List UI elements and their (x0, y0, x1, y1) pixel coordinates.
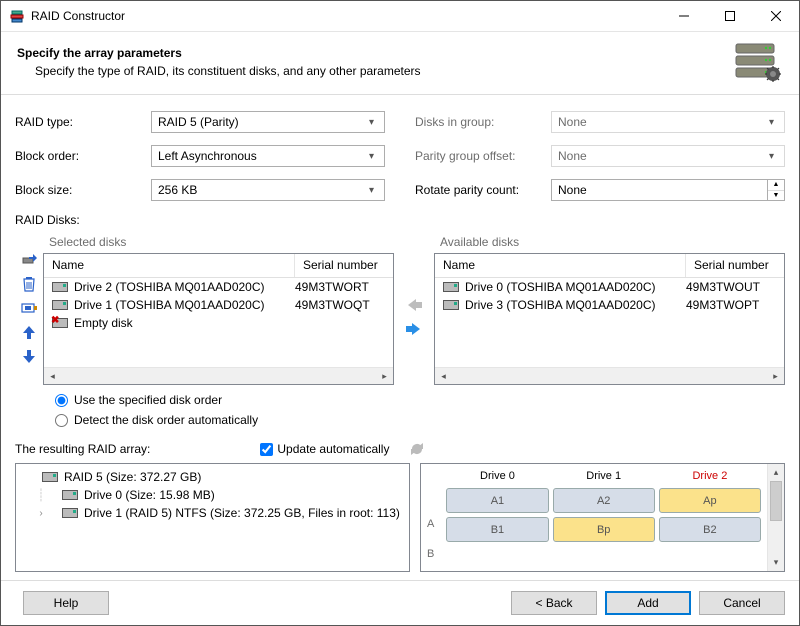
h-scrollbar[interactable]: ◂▸ (44, 367, 393, 384)
grid-col-header: Drive 1 (553, 468, 655, 484)
page-subtitle: Specify the type of RAID, its constituen… (35, 64, 421, 78)
block-order-label: Block order: (15, 149, 151, 163)
drive-icon (62, 489, 78, 501)
app-icon (9, 8, 25, 24)
selected-disks-list[interactable]: Name Serial number Drive 2 (TOSHIBA MQ01… (43, 253, 394, 385)
chevron-down-icon: ▾ (363, 117, 380, 128)
grid-col-header: Drive 2 (659, 468, 761, 484)
available-disks-title: Available disks (440, 235, 785, 249)
maximize-button[interactable] (707, 1, 753, 31)
v-scrollbar[interactable]: ▴▾ (767, 464, 784, 571)
add-disk-button[interactable] (20, 251, 38, 269)
block-size-combo[interactable]: 256 KB ▾ (151, 179, 385, 201)
chevron-down-icon: ▾ (363, 151, 380, 162)
disks-in-group-combo: None ▾ (551, 111, 785, 133)
grid-row-label: B (427, 539, 442, 569)
selected-disks-title: Selected disks (49, 235, 394, 249)
grid-cell: B2 (659, 517, 761, 542)
move-right-button[interactable] (404, 321, 424, 337)
block-order-combo[interactable]: Left Asynchronous ▾ (151, 145, 385, 167)
footer: Help < Back Add Cancel (1, 580, 799, 625)
move-up-button[interactable] (20, 323, 38, 341)
tree-item: Drive 1 (RAID 5) NTFS (Size: 372.25 GB, … (84, 506, 400, 520)
grid-col-header: Drive 0 (446, 468, 548, 484)
window-title: RAID Constructor (31, 9, 661, 23)
col-serial[interactable]: Serial number (295, 254, 393, 277)
add-button[interactable]: Add (605, 591, 691, 615)
rotate-parity-spin[interactable]: None ▲ ▼ (551, 179, 785, 201)
add-empty-disk-button[interactable] (20, 299, 38, 317)
cancel-button[interactable]: Cancel (699, 591, 785, 615)
list-item[interactable]: Drive 1 (TOSHIBA MQ01AAD020C)49M3TWOQT (44, 296, 393, 314)
raid-disks-label: RAID Disks: (15, 213, 785, 227)
disk-name: Drive 0 (TOSHIBA MQ01AAD020C) (465, 280, 686, 294)
grid-cell: B1 (446, 517, 548, 542)
result-tree[interactable]: RAID 5 (Size: 372.27 GB) ┊ Drive 0 (Size… (15, 463, 410, 572)
disk-serial: 49M3TWOPT (686, 298, 776, 312)
tree-item: Drive 0 (Size: 15.98 MB) (84, 488, 215, 502)
raid-decor-icon (733, 42, 783, 82)
empty-disk-icon (52, 317, 68, 329)
move-left-button[interactable] (404, 297, 424, 313)
order-specified-radio[interactable]: Use the specified disk order (55, 393, 785, 407)
remove-disk-button[interactable] (20, 275, 38, 293)
disk-serial: 49M3TWORT (295, 280, 385, 294)
close-button[interactable] (753, 1, 799, 31)
col-name[interactable]: Name (435, 254, 686, 277)
raid-type-label: RAID type: (15, 115, 151, 129)
drive-icon (52, 281, 68, 293)
drive-icon (42, 471, 58, 483)
raid-type-combo[interactable]: RAID 5 (Parity) ▾ (151, 111, 385, 133)
disk-name: Drive 1 (TOSHIBA MQ01AAD020C) (74, 298, 295, 312)
col-serial[interactable]: Serial number (686, 254, 784, 277)
parity-offset-label: Parity group offset: (415, 149, 551, 163)
grid-row-label: A (427, 509, 442, 539)
chevron-down-icon: ▾ (763, 117, 780, 128)
drive-icon (443, 299, 459, 311)
drive-icon (62, 507, 78, 519)
grid-cell: Ap (659, 488, 761, 513)
tree-expand-toggle[interactable]: › (35, 508, 47, 519)
drive-icon (52, 299, 68, 311)
tree-root: RAID 5 (Size: 372.27 GB) (64, 470, 201, 484)
resulting-label: The resulting RAID array: (15, 442, 150, 456)
block-size-label: Block size: (15, 183, 151, 197)
back-button[interactable]: < Back (511, 591, 597, 615)
order-detect-radio[interactable]: Detect the disk order automatically (55, 413, 785, 427)
disks-in-group-label: Disks in group: (415, 115, 551, 129)
spin-up-button[interactable]: ▲ (768, 180, 784, 191)
disk-serial: 49M3TWOUT (686, 280, 776, 294)
disk-serial: 49M3TWOQT (295, 298, 385, 312)
drive-icon (443, 281, 459, 293)
disk-name: Empty disk (74, 316, 295, 330)
list-item[interactable]: Drive 3 (TOSHIBA MQ01AAD020C)49M3TWOPT (435, 296, 784, 314)
disk-name: Drive 3 (TOSHIBA MQ01AAD020C) (465, 298, 686, 312)
col-name[interactable]: Name (44, 254, 295, 277)
help-button[interactable]: Help (23, 591, 109, 615)
rotate-parity-label: Rotate parity count: (415, 183, 551, 197)
page-header: Specify the array parameters Specify the… (1, 32, 799, 94)
disk-name: Drive 2 (TOSHIBA MQ01AAD020C) (74, 280, 295, 294)
block-layout-grid: AB Drive 0 A1 B1 Drive 1 A2 Bp Drive 2 Ap B2 ▴▾ (420, 463, 785, 572)
list-item[interactable]: Empty disk (44, 314, 393, 332)
available-disks-list[interactable]: Name Serial number Drive 0 (TOSHIBA MQ01… (434, 253, 785, 385)
refresh-icon[interactable] (409, 441, 425, 457)
chevron-down-icon: ▾ (763, 151, 780, 162)
list-item[interactable]: Drive 0 (TOSHIBA MQ01AAD020C)49M3TWOUT (435, 278, 784, 296)
grid-cell: Bp (553, 517, 655, 542)
grid-cell: A2 (553, 488, 655, 513)
grid-cell: A1 (446, 488, 548, 513)
update-auto-checkbox[interactable]: Update automatically (260, 442, 389, 456)
titlebar: RAID Constructor (1, 1, 799, 31)
minimize-button[interactable] (661, 1, 707, 31)
page-title: Specify the array parameters (17, 46, 421, 60)
h-scrollbar[interactable]: ◂▸ (435, 367, 784, 384)
window: RAID Constructor Specify the array param… (0, 0, 800, 626)
move-down-button[interactable] (20, 347, 38, 365)
chevron-down-icon: ▾ (363, 185, 380, 196)
parity-offset-combo: None ▾ (551, 145, 785, 167)
spin-down-button[interactable]: ▼ (768, 191, 784, 201)
list-item[interactable]: Drive 2 (TOSHIBA MQ01AAD020C)49M3TWORT (44, 278, 393, 296)
